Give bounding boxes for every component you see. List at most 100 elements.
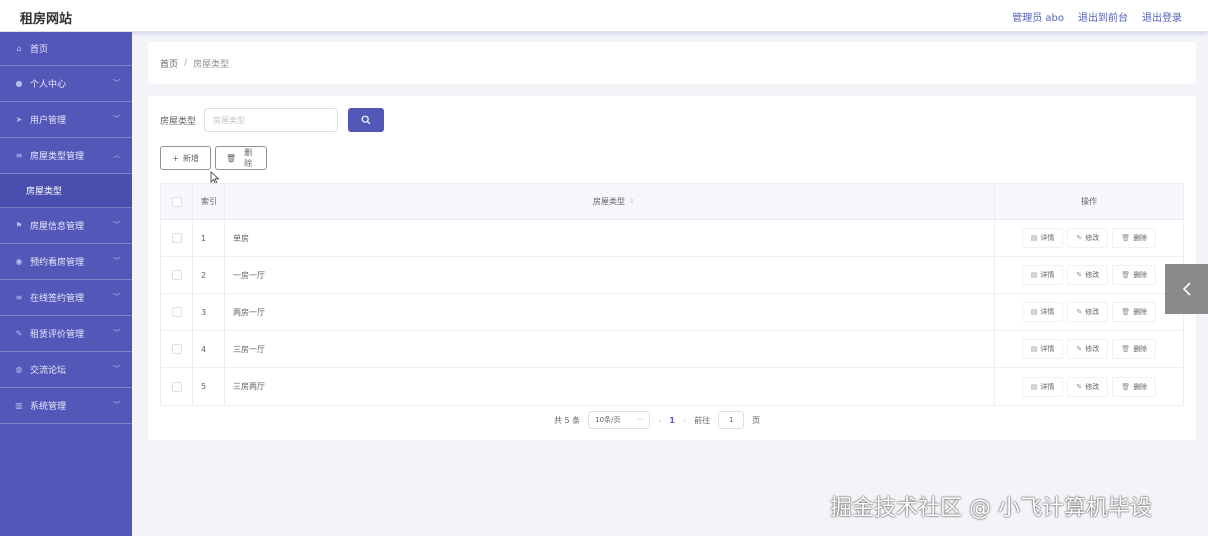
- row-actions: ▤ 详情 ✎ 修改 🗑 删除: [995, 257, 1183, 293]
- row-index: 2: [193, 257, 225, 293]
- breadcrumb-current: 房屋类型: [193, 59, 230, 70]
- edit-icon: ✎: [1076, 234, 1083, 242]
- detail-button[interactable]: ▤ 详情: [1021, 376, 1064, 397]
- sidebar-item-viewing-appointment[interactable]: ◉ 预约看房管理 ﹀: [0, 244, 132, 280]
- sidebar-item-label: 预约看房管理: [30, 258, 85, 268]
- watermark: 掘金技术社区 @ 小飞计算机毕设: [830, 496, 1152, 521]
- sidebar-subitem-house-type[interactable]: 房屋类型: [0, 174, 132, 208]
- collapse-panel-tab[interactable]: [1165, 264, 1208, 314]
- row-delete-button[interactable]: 🗑 删除: [1112, 376, 1157, 397]
- prev-page-icon[interactable]: ‹: [658, 416, 661, 425]
- edit-button[interactable]: ✎ 修改: [1067, 228, 1109, 248]
- detail-icon: ▤: [1030, 345, 1038, 353]
- search-input[interactable]: [204, 108, 339, 132]
- row-delete-label: 删除: [1133, 382, 1148, 391]
- row-delete-button[interactable]: 🗑 删除: [1112, 339, 1157, 359]
- row-delete-button[interactable]: 🗑 删除: [1112, 228, 1157, 248]
- trash-icon: 🗑: [1121, 382, 1131, 391]
- row-delete-button[interactable]: 🗑 删除: [1112, 302, 1157, 322]
- row-type: 三房两厅: [225, 368, 995, 405]
- row-checkbox[interactable]: [171, 270, 182, 280]
- list-icon: ≡: [15, 151, 23, 160]
- search-button[interactable]: [348, 108, 385, 132]
- search-row: 房屋类型: [160, 108, 385, 132]
- sidebar-item-label: 用户管理: [30, 116, 67, 126]
- row-actions: ▤ 详情 ✎ 修改 🗑 删除: [995, 220, 1183, 256]
- detail-icon: ▤: [1030, 234, 1038, 242]
- sidebar-item-forum[interactable]: ◍ 交流论坛 ﹀: [0, 352, 132, 388]
- sidebar-item-personal-center[interactable]: ● 个人中心 ﹀: [0, 66, 132, 102]
- edit-button[interactable]: ✎ 修改: [1067, 339, 1109, 359]
- table-header-row: 索引 房屋类型 ⇕ 操作: [161, 184, 1183, 220]
- sidebar-item-rental-review[interactable]: ✎ 租赁评价管理 ﹀: [0, 316, 132, 352]
- chevron-down-icon: ﹀: [113, 329, 120, 337]
- logout-link[interactable]: 退出登录: [1142, 9, 1182, 24]
- sidebar-item-house-info-management[interactable]: ⚑ 房屋信息管理 ﹀: [0, 208, 132, 244]
- sidebar-item-label: 在线签约管理: [30, 294, 85, 304]
- goto-page-input[interactable]: [718, 411, 745, 429]
- sidebar-item-house-type-management[interactable]: ≡ 房屋类型管理 ︿: [0, 138, 132, 174]
- sidebar-item-label: 系统管理: [30, 402, 67, 412]
- flag-icon: ⚑: [15, 221, 23, 230]
- sidebar-item-user-management[interactable]: ➤ 用户管理 ﹀: [0, 102, 132, 138]
- sidebar: ⌂ 首页 ● 个人中心 ﹀ ➤ 用户管理 ﹀ ≡ 房屋类型管理 ︿ 房屋类型 ⚑…: [0, 32, 132, 536]
- edit-button[interactable]: ✎ 修改: [1067, 376, 1109, 397]
- row-checkbox[interactable]: [171, 344, 182, 354]
- sidebar-item-system-management[interactable]: ▥ 系统管理 ﹀: [0, 388, 132, 424]
- header-check-cell: [161, 184, 193, 219]
- admin-user-link[interactable]: 管理员 abo: [1012, 9, 1064, 24]
- row-delete-button[interactable]: 🗑 删除: [1112, 265, 1157, 285]
- detail-button[interactable]: ▤ 详情: [1021, 265, 1064, 285]
- row-checkbox[interactable]: [171, 381, 182, 392]
- table-row: 5 三房两厅 ▤ 详情 ✎ 修改 🗑 删除: [161, 368, 1183, 405]
- row-delete-label: 删除: [1133, 308, 1148, 316]
- row-type: 两房一厅: [225, 294, 995, 330]
- select-all-checkbox[interactable]: [171, 196, 182, 207]
- sidebar-item-label: 房屋类型管理: [30, 152, 85, 162]
- detail-label: 详情: [1040, 382, 1055, 391]
- trash-icon: 🗑: [1121, 308, 1131, 316]
- row-type: 单房: [225, 220, 995, 256]
- header-type[interactable]: 房屋类型 ⇕: [225, 184, 995, 219]
- next-page-icon[interactable]: ›: [683, 416, 686, 425]
- edit-button[interactable]: ✎ 修改: [1067, 302, 1109, 322]
- row-actions: ▤ 详情 ✎ 修改 🗑 删除: [995, 331, 1183, 367]
- site-brand: 租房网站: [20, 12, 73, 27]
- sidebar-item-label: 交流论坛: [30, 366, 67, 376]
- sidebar-item-label: 房屋类型: [26, 187, 63, 197]
- edit-button[interactable]: ✎ 修改: [1067, 265, 1109, 285]
- edit-label: 修改: [1085, 345, 1100, 353]
- sort-icon[interactable]: ⇕: [629, 198, 634, 205]
- chevron-down-icon: ﹀: [113, 401, 120, 409]
- breadcrumb-home[interactable]: 首页: [160, 57, 178, 70]
- breadcrumb: 首页 / 房屋类型: [148, 42, 1196, 84]
- detail-button[interactable]: ▤ 详情: [1021, 302, 1064, 322]
- detail-icon: ▤: [1030, 271, 1038, 279]
- top-bar: 租房网站 管理员 abo 退出到前台 退出登录: [0, 0, 1208, 32]
- edit-label: 修改: [1085, 271, 1100, 279]
- table-row: 4 三房一厅 ▤ 详情 ✎ 修改 🗑 删除: [161, 331, 1183, 368]
- header-type-label: 房屋类型: [592, 197, 625, 206]
- sidebar-item-home[interactable]: ⌂ 首页: [0, 32, 132, 66]
- location-icon: ◉: [15, 257, 23, 266]
- detail-button[interactable]: ▤ 详情: [1021, 228, 1064, 248]
- edit-icon: ✎: [1076, 308, 1083, 316]
- sidebar-item-online-contract[interactable]: ≡ 在线签约管理 ﹀: [0, 280, 132, 316]
- chevron-down-icon: ﹀: [113, 257, 120, 265]
- trash-icon: 🗑: [1121, 345, 1131, 353]
- page-size-select[interactable]: 10条/页 ﹀: [588, 411, 651, 429]
- row-index: 4: [193, 331, 225, 367]
- table-row: 1 单房 ▤ 详情 ✎ 修改 🗑 删除: [161, 220, 1183, 257]
- row-checkbox[interactable]: [171, 233, 182, 243]
- row-check-cell: [161, 368, 193, 405]
- delete-button[interactable]: 🗑 删除: [215, 146, 267, 170]
- delete-button-label: 删除: [244, 148, 253, 168]
- add-button[interactable]: + 新增: [160, 146, 211, 170]
- current-page-number[interactable]: 1: [669, 416, 675, 425]
- detail-button[interactable]: ▤ 详情: [1021, 339, 1064, 359]
- exit-to-front-link[interactable]: 退出到前台: [1078, 9, 1128, 24]
- row-actions: ▤ 详情 ✎ 修改 🗑 删除: [995, 294, 1183, 330]
- chevron-down-icon: ﹀: [637, 417, 644, 425]
- row-checkbox[interactable]: [171, 307, 182, 317]
- toolbar: + 新增 🗑 删除: [160, 146, 267, 170]
